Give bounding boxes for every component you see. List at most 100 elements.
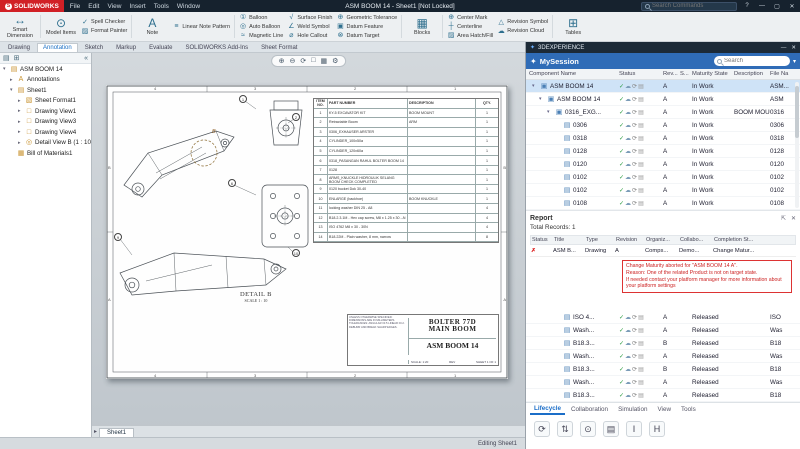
ribbon-button[interactable]: ⊕ Geometric Tolerance (334, 13, 399, 22)
component-row[interactable]: ▤ 0108 ✓ ☁ ⟳ ▤ A In Work 0108 (526, 197, 800, 210)
maximize-button[interactable]: ▢ (772, 3, 782, 10)
tables-button[interactable]: ⊞ Tables (555, 17, 591, 36)
new-revision-icon[interactable]: ⇅ (557, 421, 573, 437)
component-row[interactable]: ▤ 0318 ✓ ☁ ⟳ ▤ A In Work 0318 (526, 132, 800, 145)
command-tab[interactable]: Evaluate (143, 43, 178, 52)
tree-item[interactable]: ▸ A Annotations (0, 75, 91, 86)
menu-item[interactable]: Insert (129, 3, 145, 10)
expander-icon[interactable]: ▸ (18, 140, 23, 146)
report-column[interactable]: Revision (615, 237, 645, 243)
expander-icon[interactable]: ▸ (10, 77, 15, 83)
hud-tool-icon[interactable]: ⟳ (300, 57, 306, 65)
sheet-scroll-arrow-icon[interactable]: ▸ (94, 428, 97, 435)
menu-item[interactable]: Window (177, 3, 200, 10)
close-report-icon[interactable]: ✕ (791, 215, 796, 222)
component-row[interactable]: ▤ 0128 ✓ ☁ ⟳ ▤ A In Work 0128 (526, 145, 800, 158)
report-column[interactable]: Title (553, 237, 585, 243)
expander-icon[interactable]: ▾ (532, 83, 538, 89)
report-column[interactable]: Organiz... (645, 237, 679, 243)
panel-search-input[interactable] (723, 58, 787, 64)
ribbon-button[interactable]: ≈ Magnetic Line (237, 31, 285, 40)
column-header[interactable]: Description (734, 71, 770, 77)
command-search[interactable] (641, 1, 737, 11)
drawing-sheet[interactable]: 4 3 2 1 4 3 2 1 B A B A B 1 2 6 9 10 ITE… (106, 85, 508, 379)
close-button[interactable]: ✕ (787, 3, 797, 10)
command-tab[interactable]: Sheet Format (255, 43, 303, 52)
tree-item[interactable]: ▸ □ Drawing View4 (0, 127, 91, 138)
bom-balloon[interactable]: 9 (114, 233, 122, 241)
hud-tool-icon[interactable]: ⊖ (289, 57, 295, 65)
hud-tool-icon[interactable]: □ (311, 57, 315, 65)
menu-item[interactable]: View (107, 3, 121, 10)
column-header[interactable]: File Na (770, 71, 800, 77)
expander-icon[interactable]: ▸ (18, 129, 23, 135)
component-row[interactable]: ▤ B18.3... ✓ ☁ ⟳ ▤ B Released B18 (526, 337, 800, 350)
tree-item[interactable]: ▸ ◎ Detail View B (1 : 10) (0, 138, 91, 149)
property-manager-tab-icon[interactable]: ⊞ (14, 54, 20, 62)
help-icon[interactable]: ? (742, 3, 752, 9)
ribbon-button[interactable]: ☁ Revision Cloud (495, 27, 546, 36)
expander-icon[interactable]: ▸ (18, 108, 23, 114)
ribbon-button[interactable]: ▨ Area Hatch/Fill (445, 31, 495, 40)
panel-tab[interactable]: Tools (677, 405, 700, 414)
panel-scrollbar[interactable] (795, 82, 799, 208)
command-tab[interactable]: Drawing (2, 43, 36, 52)
ribbon-button[interactable]: ⊗ Datum Target (334, 31, 381, 40)
report-row[interactable]: ✗ ASM B... Drawing A Comps... Demo... Ch… (530, 245, 796, 257)
panel-tab[interactable]: View (653, 405, 675, 414)
sheet-tab[interactable]: Sheet1 (99, 427, 135, 438)
bom-balloon[interactable]: 2 (292, 113, 300, 121)
panel-tab[interactable]: Collaboration (567, 405, 612, 414)
graphics-area[interactable]: ⊕ ⊖ ⟳ □ ▦ ⚙ 4 3 2 1 4 3 2 1 B A B A B 1 … (92, 53, 525, 438)
tree-item[interactable]: ▸ □ Drawing View1 (0, 106, 91, 117)
tree-item[interactable]: ▾ ▤ Sheet1 (0, 85, 91, 96)
expander-icon[interactable]: ▾ (539, 96, 545, 102)
model-items-button[interactable]: ⊙ Model Items (43, 17, 79, 36)
component-row[interactable]: ▤ 0306 ✓ ☁ ⟳ ▤ A In Work 0306 (526, 119, 800, 132)
component-row[interactable]: ▤ Wash... ✓ ☁ ⟳ ▤ A Released Was (526, 376, 800, 389)
panel-search[interactable] (713, 56, 790, 66)
blocks-button[interactable]: ▦ Blocks (404, 17, 440, 36)
command-search-input[interactable] (652, 3, 733, 9)
ribbon-button[interactable]: ▨ Format Painter (79, 27, 129, 36)
lock-icon[interactable]: ⊙ (580, 421, 596, 437)
tree-item[interactable]: ▸ ▧ Sheet Format1 (0, 96, 91, 107)
explore-icon[interactable]: ▤ (603, 421, 619, 437)
component-row[interactable]: ▤ B18.3... ✓ ☁ ⟳ ▤ B Released B18 (526, 363, 800, 376)
ribbon-button[interactable]: △ Revision Symbol (495, 18, 550, 27)
tree-item[interactable]: ▦ Bill of Materials1 (0, 148, 91, 159)
bom-balloon[interactable]: 10 (292, 249, 300, 257)
scrollbar-thumb[interactable] (795, 86, 799, 138)
ribbon-button[interactable]: ∠ Weld Symbol (285, 22, 331, 31)
component-row[interactable]: ▾ ▣ ASM BOOM 14 ✓ ☁ ⟳ ▤ A In Work ASM (526, 93, 800, 106)
export-icon[interactable]: ⇱ (781, 215, 786, 222)
component-row[interactable]: ▤ ISO 4... ✓ ☁ ⟳ ▤ A Released ISO (526, 311, 800, 324)
column-header[interactable]: S... (680, 71, 692, 77)
chevron-down-icon[interactable]: ▾ (793, 58, 796, 65)
expander-icon[interactable]: ▸ (18, 98, 23, 104)
hud-tool-icon[interactable]: ⊕ (279, 57, 285, 65)
feature-tree-tab-icon[interactable]: ▤ (3, 54, 10, 62)
command-tab[interactable]: Markup (110, 43, 142, 52)
ribbon-button[interactable]: ① Balloon (237, 13, 269, 22)
panel-tab[interactable]: Lifecycle (530, 404, 565, 415)
component-row[interactable]: ▾ ▣ ASM BOOM 14 ✓ ☁ ⟳ ▤ A In Work ASM... (526, 80, 800, 93)
compass-icon[interactable]: ✦ (530, 57, 537, 66)
column-header[interactable]: Status (619, 71, 663, 77)
expander-icon[interactable]: ▾ (547, 109, 553, 115)
report-column[interactable]: Status (531, 237, 553, 243)
note-button[interactable]: A Note (134, 17, 170, 36)
component-row[interactable]: ▤ Wash... ✓ ☁ ⟳ ▤ A Released Was (526, 324, 800, 337)
info-icon[interactable]: I (626, 421, 642, 437)
change-maturity-icon[interactable]: ⟳ (534, 421, 550, 437)
ribbon-button[interactable]: ≡ Linear Note Pattern (170, 22, 232, 31)
column-header[interactable]: Maturity State (692, 71, 734, 77)
ribbon-button[interactable]: ⊕ Center Mark (445, 13, 489, 22)
ribbon-button[interactable]: ✓ Spell Checker (79, 18, 127, 27)
bill-of-materials-table[interactable]: ITEM NO. PART NUMBER DESCRIPTION QTY. 1 … (313, 98, 499, 244)
tree-item[interactable]: ▸ □ Drawing View3 (0, 117, 91, 128)
ribbon-button[interactable]: ⌀ Hole Callout (285, 31, 329, 40)
panel-minimize-icon[interactable]: — (781, 45, 787, 51)
command-tab[interactable]: Sketch (79, 43, 109, 52)
report-column[interactable]: Type (585, 237, 615, 243)
